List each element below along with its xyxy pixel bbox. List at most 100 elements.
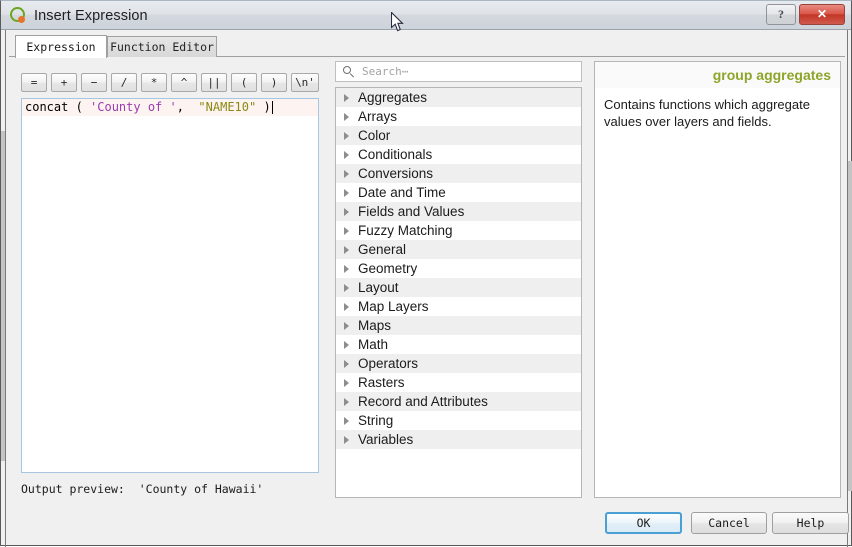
window-controls: ? ✕ <box>766 4 845 25</box>
chevron-right-icon[interactable] <box>344 226 349 235</box>
tree-item-arrays[interactable]: Arrays <box>336 107 581 126</box>
operator-multiply[interactable]: * <box>141 73 167 92</box>
tree-item-general[interactable]: General <box>336 240 581 259</box>
tree-item-string[interactable]: String <box>336 411 581 430</box>
tab-function-editor[interactable]: Function Editor <box>107 36 217 57</box>
window-close-button[interactable]: ✕ <box>799 4 845 25</box>
tab-bar: Function Editor Expression <box>9 35 845 58</box>
chevron-right-icon[interactable] <box>344 207 349 216</box>
tree-item-conversions[interactable]: Conversions <box>336 164 581 183</box>
tree-item-operators[interactable]: Operators <box>336 354 581 373</box>
tree-item-label: Math <box>358 337 389 352</box>
qgis-logo-icon <box>10 7 27 24</box>
tree-item-layout[interactable]: Layout <box>336 278 581 297</box>
chevron-right-icon[interactable] <box>344 93 349 102</box>
operator-open-paren[interactable]: ( <box>231 73 257 92</box>
chevron-right-icon[interactable] <box>344 302 349 311</box>
tree-item-label: General <box>358 242 407 257</box>
tree-item-label: Color <box>358 128 391 143</box>
chevron-right-icon[interactable] <box>344 397 349 406</box>
expression-editor[interactable]: concat ( 'County of ', "NAME10" ) <box>21 98 319 473</box>
tree-item-rasters[interactable]: Rasters <box>336 373 581 392</box>
expression-token-close-paren: ) <box>256 100 271 114</box>
tree-item-label: Map Layers <box>358 299 429 314</box>
operator-concat[interactable]: || <box>201 73 227 92</box>
function-tree[interactable]: Aggregates Arrays Color Conditionals Con… <box>335 87 582 498</box>
chevron-right-icon[interactable] <box>344 150 349 159</box>
chevron-right-icon[interactable] <box>344 264 349 273</box>
left-edge-divider <box>5 30 6 547</box>
function-browser-panel: Aggregates Arrays Color Conditionals Con… <box>335 57 584 498</box>
chevron-right-icon[interactable] <box>344 169 349 178</box>
chevron-right-icon[interactable] <box>344 112 349 121</box>
tree-item-label: Fields and Values <box>358 204 465 219</box>
chevron-right-icon[interactable] <box>344 245 349 254</box>
title-bar-left-group: Insert Expression <box>10 5 148 26</box>
chevron-right-icon[interactable] <box>344 416 349 425</box>
left-scrollbar-thumb[interactable] <box>1 131 5 461</box>
search-input[interactable] <box>362 65 562 78</box>
tree-item-geometry[interactable]: Geometry <box>336 259 581 278</box>
tree-item-label: Record and Attributes <box>358 394 488 409</box>
chevron-right-icon[interactable] <box>344 359 349 368</box>
operator-power[interactable]: ^ <box>171 73 197 92</box>
search-icon <box>343 65 355 78</box>
chevron-right-icon[interactable] <box>344 283 349 292</box>
title-bar[interactable]: Insert Expression ? ✕ <box>1 1 851 30</box>
tree-item-date-and-time[interactable]: Date and Time <box>336 183 581 202</box>
help-panel: group aggregates Contains functions whic… <box>594 61 841 498</box>
help-panel-body: Contains functions which aggregate value… <box>604 97 810 129</box>
tab-expression[interactable]: Expression <box>15 35 107 58</box>
window-title: Insert Expression <box>34 7 148 24</box>
tree-item-label: Fuzzy Matching <box>358 223 453 238</box>
tree-item-label: String <box>358 413 394 428</box>
help-panel-title: group aggregates <box>595 62 840 88</box>
tree-item-label: Layout <box>358 280 399 295</box>
window-help-button[interactable]: ? <box>766 4 796 25</box>
expression-token-string: 'County of ' <box>90 100 177 114</box>
tree-item-variables[interactable]: Variables <box>336 430 581 449</box>
operator-minus[interactable]: − <box>81 73 107 92</box>
tree-item-color[interactable]: Color <box>336 126 581 145</box>
output-preview-label: Output preview: <box>21 482 125 496</box>
tree-item-label: Geometry <box>358 261 418 276</box>
right-scrollbar-thumb[interactable] <box>848 161 852 491</box>
tree-item-record-and-attributes[interactable]: Record and Attributes <box>336 392 581 411</box>
tree-item-label: Operators <box>358 356 419 371</box>
tree-item-fuzzy-matching[interactable]: Fuzzy Matching <box>336 221 581 240</box>
chevron-right-icon[interactable] <box>344 188 349 197</box>
tree-item-label: Conversions <box>358 166 434 181</box>
tree-item-fields-and-values[interactable]: Fields and Values <box>336 202 581 221</box>
tree-item-label: Maps <box>358 318 392 333</box>
ok-button[interactable]: OK <box>605 512 682 534</box>
tree-item-conditionals[interactable]: Conditionals <box>336 145 581 164</box>
chevron-right-icon[interactable] <box>344 131 349 140</box>
chevron-right-icon[interactable] <box>344 378 349 387</box>
tree-item-aggregates[interactable]: Aggregates <box>336 88 581 107</box>
expression-editor-line[interactable]: concat ( 'County of ', "NAME10" ) <box>22 99 318 116</box>
operator-divide[interactable]: / <box>111 73 137 92</box>
expression-tab-panel: = + − / * ^ || ( ) \n' concat ( 'County … <box>9 57 845 503</box>
chevron-right-icon[interactable] <box>344 340 349 349</box>
tree-item-label: Variables <box>358 432 414 447</box>
operator-equals[interactable]: = <box>21 73 47 92</box>
operator-button-row: = + − / * ^ || ( ) \n' <box>21 73 319 92</box>
operator-newline[interactable]: \n' <box>291 73 319 92</box>
expression-token-open-paren: ( <box>75 100 91 114</box>
text-caret <box>271 101 273 114</box>
tree-item-label: Aggregates <box>358 90 428 105</box>
help-button[interactable]: Help <box>772 512 849 534</box>
tree-item-label: Date and Time <box>358 185 446 200</box>
expression-token-field: "NAME10" <box>198 100 257 114</box>
tree-item-maps[interactable]: Maps <box>336 316 581 335</box>
cancel-button[interactable]: Cancel <box>691 512 767 534</box>
operator-plus[interactable]: + <box>51 73 77 92</box>
tree-item-math[interactable]: Math <box>336 335 581 354</box>
tree-item-label: Arrays <box>358 109 398 124</box>
tree-item-map-layers[interactable]: Map Layers <box>336 297 581 316</box>
dialog-button-bar: OK Cancel Help <box>9 506 849 539</box>
search-field-wrapper[interactable] <box>335 61 582 82</box>
chevron-right-icon[interactable] <box>344 321 349 330</box>
operator-close-paren[interactable]: ) <box>261 73 287 92</box>
chevron-right-icon[interactable] <box>344 435 349 444</box>
